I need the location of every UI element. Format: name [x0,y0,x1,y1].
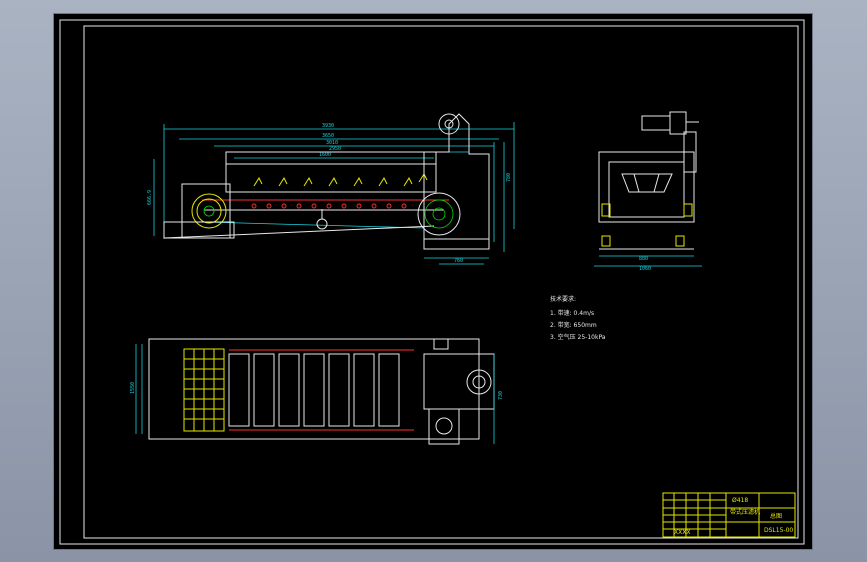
cad-viewport[interactable]: 3930 3650 3010 2950 1600 666.9 780 760 8… [54,14,812,549]
tb-drawing-no: 总图 [770,512,782,520]
side-dim-1: 880 [639,256,648,262]
plan-dim-left: 1550 [130,382,136,394]
front-view: 3930 3650 3010 2950 1600 666.9 780 760 [147,113,515,265]
plan-dim-right: 730 [498,391,504,400]
side-view: 880 1060 [594,111,702,272]
tb-org: XXXX [674,529,690,536]
outer-frame [59,19,805,545]
dim-top-1: 3930 [322,123,334,129]
dim-bottom: 760 [454,258,463,264]
dim-right: 780 [506,173,512,182]
note-2: 2. 带宽: 650mm [550,321,597,329]
tb-code: DSL15-00 [764,527,793,534]
cad-drawing: 3930 3650 3010 2950 1600 666.9 780 760 8… [59,19,805,545]
note-3: 3. 空气压 25-10kPa [550,333,606,341]
motor [641,115,671,131]
note-1: 1. 带速: 0.4m/s [550,309,594,317]
tb-scale: Ø418 [732,497,748,504]
dim-mid: 1600 [319,152,331,158]
dim-left: 666.9 [147,190,153,205]
plan-view: 1550 730 [130,338,504,445]
tb-name: 带式压滤机 [730,508,760,516]
tech-notes: 技术要求: 1. 带速: 0.4m/s 2. 带宽: 650mm 3. 空气压 … [550,295,606,341]
side-dim-2: 1060 [639,266,651,272]
dim-top-2: 3650 [322,133,334,139]
notes-title: 技术要求: [550,295,576,303]
title-block: Ø418 带式压滤机 总图 DSL15-00 XXXX [662,492,796,538]
inner-frame [83,25,799,539]
